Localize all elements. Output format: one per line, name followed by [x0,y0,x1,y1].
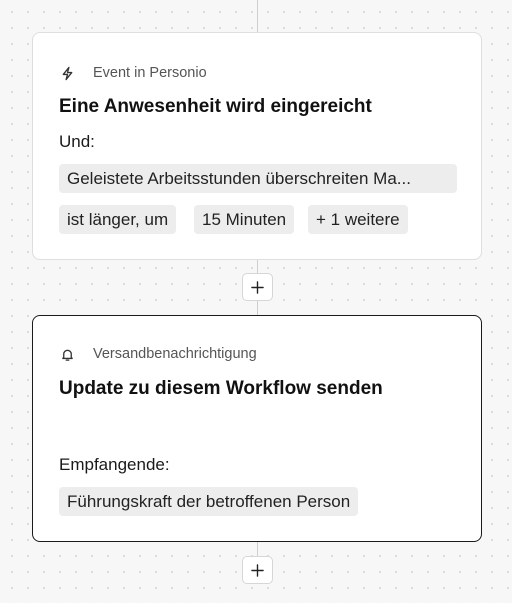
action-card-header: Versandbenachrichtigung [59,344,257,364]
action-card[interactable]: Versandbenachrichtigung Update zu diesem… [32,315,482,542]
bell-icon [59,346,75,362]
recipients-label: Empfangende: [59,455,170,474]
plus-icon [251,563,264,577]
trigger-card-type-label: Event in Personio [93,65,207,81]
trigger-card[interactable]: Event in Personio Eine Anwesenheit wird … [32,32,482,260]
condition-chip-value: 15 Minuten [194,205,295,234]
trigger-card-header: Event in Personio [59,63,207,83]
recipient-chip: Führungskraft der betroffenen Person [59,487,359,516]
action-card-type-label: Versandbenachrichtigung [93,346,257,362]
condition-label: Und: [59,132,95,151]
add-step-button[interactable] [242,273,273,301]
connector-line-top [257,0,258,34]
trigger-card-title: Eine Anwesenheit wird eingereicht [59,96,372,117]
add-step-button[interactable] [242,556,273,584]
action-card-title: Update zu diesem Workflow senden [59,378,383,399]
lightning-icon [59,65,75,81]
condition-chip-hours: Geleistete Arbeitsstunden überschreiten … [59,164,457,193]
condition-chip-operator: ist länger, um [59,205,177,234]
condition-chip-more[interactable]: + 1 weitere [308,205,408,234]
plus-icon [251,280,264,294]
